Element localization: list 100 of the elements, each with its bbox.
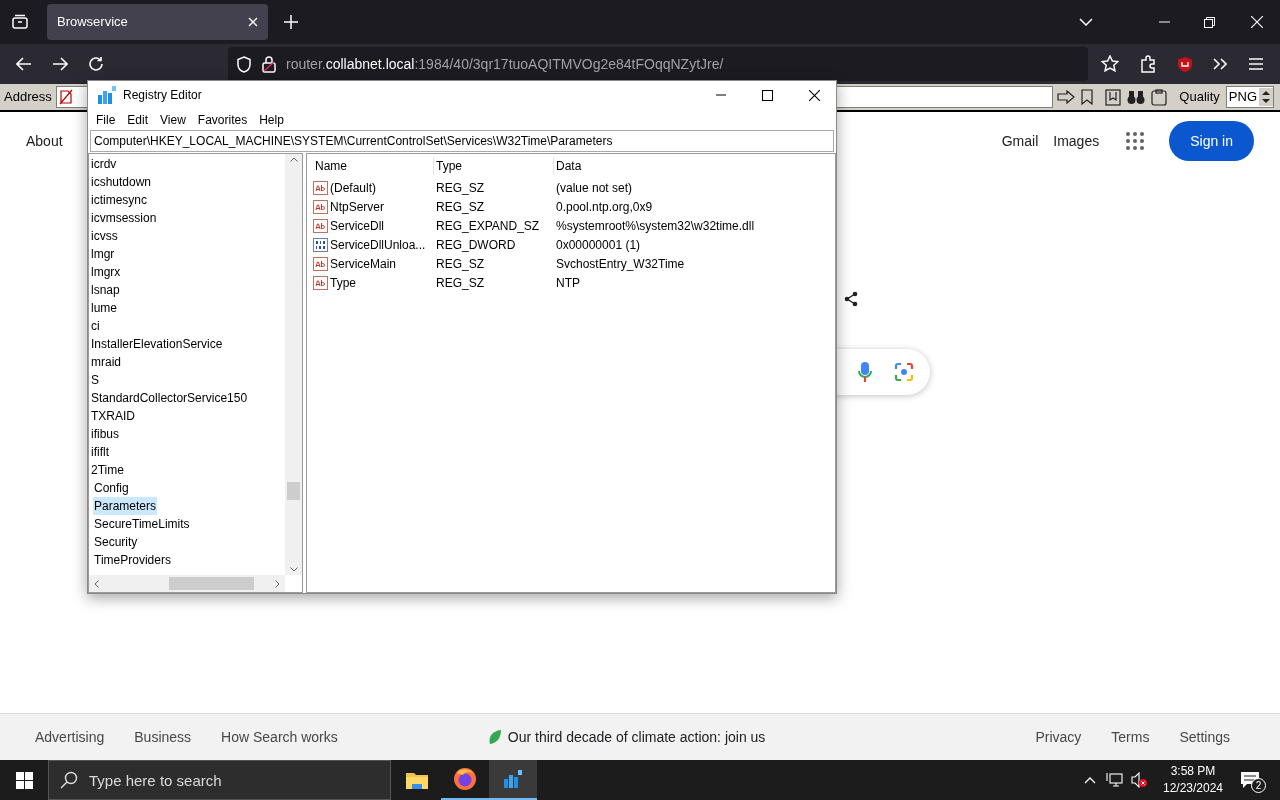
- path-field[interactable]: Computer\HKEY_LOCAL_MACHINE\SYSTEM\CurrentControlSet\Services\W32Time\Parameters: [90, 130, 834, 152]
- tree-item[interactable]: Config: [93, 479, 130, 497]
- chevron-up-icon[interactable]: [1084, 776, 1096, 784]
- scroll-thumb[interactable]: [169, 577, 254, 590]
- forward-icon[interactable]: [52, 57, 68, 71]
- search-icon: [60, 771, 78, 789]
- nav-link[interactable]: Gmail: [1001, 130, 1039, 152]
- menu-item[interactable]: Help: [253, 110, 290, 129]
- network-icon[interactable]: [1106, 772, 1123, 788]
- tree-item[interactable]: TXRAID: [90, 407, 136, 425]
- lock-icon[interactable]: [262, 55, 276, 73]
- tree-item[interactable]: lsnap: [90, 281, 121, 299]
- taskbar-app[interactable]: [489, 760, 537, 800]
- value-name[interactable]: ServiceDllUnloa...: [330, 235, 426, 254]
- footer-link[interactable]: Privacy: [1035, 726, 1082, 748]
- shield-icon[interactable]: [236, 55, 252, 73]
- browser-tab[interactable]: Browservice: [47, 4, 268, 40]
- column-header[interactable]: Type: [433, 157, 553, 175]
- tree-item[interactable]: 2Time: [90, 461, 125, 479]
- menu-item[interactable]: File: [90, 110, 122, 129]
- footer-link[interactable]: How Search works: [221, 726, 338, 748]
- share-icon[interactable]: [844, 291, 858, 307]
- scroll-down-icon[interactable]: [289, 567, 298, 572]
- url-bar[interactable]: router.collabnet.local:1984/40/3qr17tuoAQITMVOg2e84tFOqqNZytJre/: [228, 47, 1088, 81]
- sign-in-button[interactable]: Sign in: [1169, 121, 1254, 161]
- overflow-icon[interactable]: [1213, 58, 1227, 70]
- shield-badge-icon[interactable]: [1177, 55, 1193, 73]
- windows-start-icon[interactable]: [15, 771, 33, 789]
- footer-link[interactable]: Our third decade of climate action: join us: [507, 726, 766, 748]
- binoculars-icon[interactable]: [1127, 89, 1146, 105]
- taskbar-search-field[interactable]: Type here to search: [48, 760, 391, 800]
- tree-item[interactable]: ictimesync: [90, 191, 148, 209]
- tree-item[interactable]: InstallerElevationService: [90, 335, 224, 353]
- registry-icon: [501, 767, 525, 791]
- bookmark-icon[interactable]: [1081, 89, 1094, 105]
- apps-icon[interactable]: [1126, 132, 1145, 150]
- tree-item[interactable]: ififlt: [90, 443, 110, 461]
- restore-icon[interactable]: [1204, 16, 1215, 28]
- value-type: REG_SZ: [435, 198, 485, 216]
- tree-item[interactable]: TimeProviders: [93, 551, 172, 569]
- reload-icon[interactable]: [88, 56, 104, 72]
- tree-item[interactable]: ci: [90, 317, 101, 335]
- tree-item[interactable]: lmgr: [90, 245, 116, 263]
- tree-item[interactable]: S: [90, 371, 100, 389]
- tab-list-icon[interactable]: [11, 14, 29, 30]
- scroll-up-icon[interactable]: [289, 157, 298, 162]
- tree-item[interactable]: Security: [93, 533, 139, 551]
- tree-item[interactable]: mraid: [90, 353, 122, 371]
- menu-item[interactable]: View: [154, 110, 192, 129]
- value-data: (value not set): [555, 179, 634, 197]
- spinner-icon[interactable]: [1259, 88, 1273, 106]
- nav-link[interactable]: About: [26, 130, 63, 152]
- tree-item[interactable]: StandardCollectorService150: [90, 389, 249, 407]
- scroll-right-icon[interactable]: [275, 579, 280, 588]
- clock-date[interactable]: 12/23/2024: [1162, 780, 1224, 797]
- menu-icon[interactable]: [1249, 58, 1263, 70]
- scroll-left-icon[interactable]: [94, 579, 99, 588]
- tree-item[interactable]: icrdv: [90, 155, 118, 173]
- value-name[interactable]: (Default): [330, 178, 376, 197]
- tree-item[interactable]: icshutdown: [90, 173, 153, 191]
- microphone-icon[interactable]: [858, 362, 872, 382]
- tree-item[interactable]: icvmsession: [90, 209, 158, 227]
- close-icon[interactable]: [809, 89, 820, 101]
- tree-item[interactable]: lmgrx: [90, 263, 122, 281]
- menu-item[interactable]: Edit: [121, 110, 155, 129]
- tree-item[interactable]: SecureTimeLimits: [93, 515, 191, 533]
- menu-item[interactable]: Favorites: [191, 110, 254, 129]
- footer-link[interactable]: Business: [134, 726, 192, 748]
- puzzle-icon[interactable]: [1140, 55, 1157, 73]
- horizontal-scrollbar[interactable]: [89, 575, 285, 592]
- new-tab-icon[interactable]: [284, 15, 298, 29]
- value-type: REG_SZ: [435, 255, 485, 273]
- value-name[interactable]: ServiceMain: [330, 254, 397, 273]
- chevron-down-icon[interactable]: [1079, 18, 1093, 26]
- tree-item[interactable]: ifibus: [90, 425, 120, 443]
- tree-item[interactable]: icvss: [90, 227, 119, 245]
- star-icon[interactable]: [1101, 55, 1119, 73]
- camera-search-icon[interactable]: [894, 362, 914, 382]
- footer-link[interactable]: Terms: [1111, 726, 1150, 748]
- column-header[interactable]: Name: [313, 157, 433, 175]
- firefox-icon: [453, 767, 477, 791]
- bookmarks-icon[interactable]: [1105, 88, 1122, 106]
- footer-link[interactable]: Advertising: [35, 726, 105, 748]
- vertical-scrollbar[interactable]: [285, 154, 302, 575]
- maximize-icon[interactable]: [762, 89, 773, 101]
- value-name[interactable]: Type: [330, 273, 356, 292]
- volume-muted-icon[interactable]: [1131, 772, 1148, 788]
- value-name[interactable]: ServiceDll: [330, 216, 384, 235]
- footer-link[interactable]: Settings: [1179, 726, 1230, 748]
- tree-item[interactable]: lume: [90, 299, 118, 317]
- back-icon[interactable]: [16, 57, 32, 71]
- nav-link[interactable]: Images: [1053, 130, 1100, 152]
- value-name[interactable]: NtpServer: [330, 197, 385, 216]
- go-arrow-icon[interactable]: [1057, 90, 1076, 104]
- clipboard-icon[interactable]: [1151, 88, 1168, 106]
- clock-time[interactable]: 3:58 PM: [1170, 763, 1216, 780]
- column-header[interactable]: Data: [553, 157, 835, 175]
- format-select[interactable]: PNG: [1225, 86, 1274, 108]
- tree-item[interactable]: Parameters: [93, 497, 158, 515]
- scroll-thumb[interactable]: [287, 482, 300, 500]
